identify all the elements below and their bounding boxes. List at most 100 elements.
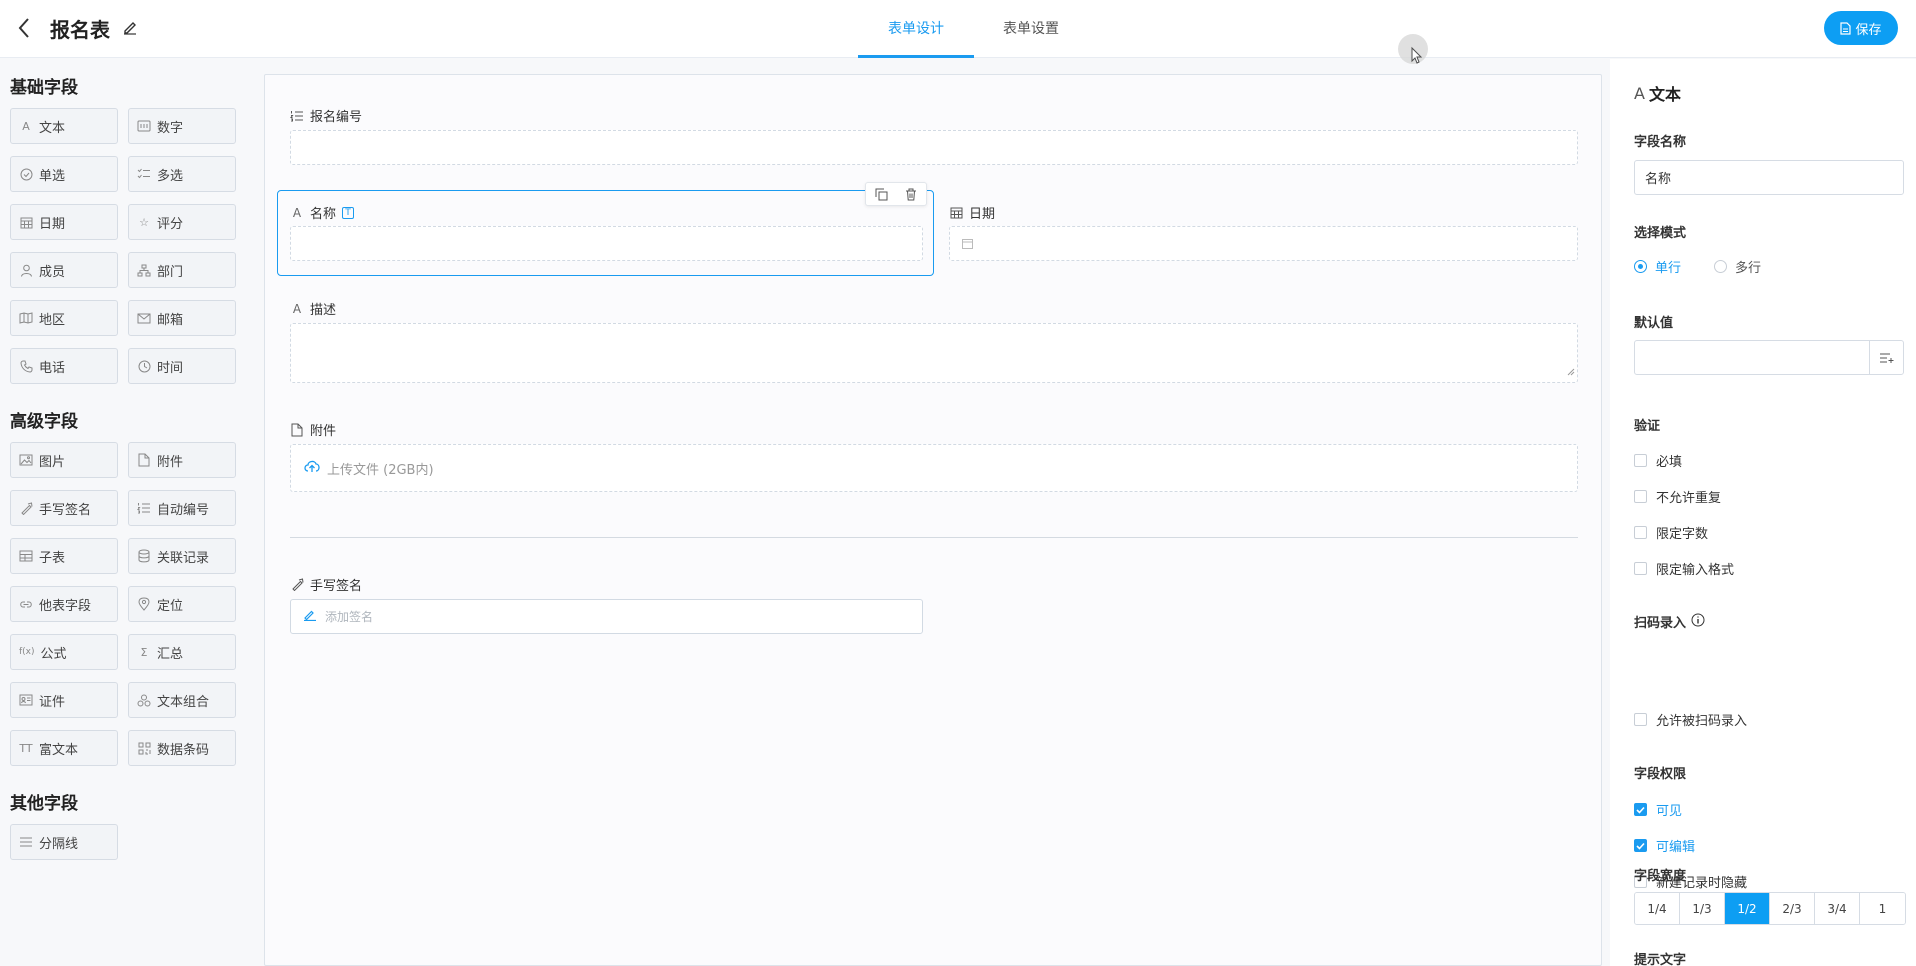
field-button-summary[interactable]: Σ 汇总 [128,634,236,670]
width-option[interactable]: 3/4 [1815,893,1860,924]
back-icon[interactable] [14,16,36,40]
mode-label: 选择模式 [1634,226,1687,241]
checkbox-label: 必填 [1656,455,1683,470]
star-icon: ☆ [139,215,149,229]
field-button-label: 图片 [39,454,66,470]
field-button-attachment[interactable]: 附件 [128,442,236,478]
visible-checkbox[interactable]: 可见 [1634,800,1682,819]
width-option[interactable]: 2/3 [1770,893,1815,924]
file-icon [137,453,151,467]
no-duplicate-checkbox[interactable]: 不允许重复 [1634,487,1721,506]
field-button-label: 多选 [157,168,184,184]
field-name-input[interactable]: 名称 [1634,160,1904,195]
numbered-list-icon [137,501,151,515]
field-button-number[interactable]: 数字 [128,108,236,144]
name-input[interactable] [290,226,923,261]
field-button-divider[interactable]: 分隔线 [10,824,118,860]
calendar-icon [962,238,973,253]
mode-multi-radio[interactable]: 多行 [1714,257,1761,276]
limit-format-checkbox[interactable]: 限定输入格式 [1634,559,1734,578]
field-button-signature[interactable]: 手写签名 [10,490,118,526]
field-button-barcode[interactable]: 数据条码 [128,730,236,766]
serial-input[interactable] [290,130,1578,165]
field-button-label: 时间 [157,360,184,376]
default-value-input[interactable] [1634,340,1904,375]
checkbox-box [1634,526,1647,539]
field-button-label: 评分 [157,216,184,232]
field-button-auto-number[interactable]: 自动编号 [128,490,236,526]
copy-icon[interactable] [874,187,888,201]
signature-hint: 添加签名 [325,610,374,624]
width-option-selected[interactable]: 1/2 [1725,893,1770,924]
width-option[interactable]: 1/3 [1680,893,1725,924]
qr-code-icon [137,741,151,755]
field-button-formula[interactable]: f(x) 公式 [10,634,118,670]
field-button-label: 附件 [157,454,184,470]
field-label-text: 日期 [969,207,996,222]
field-button-email[interactable]: 邮箱 [128,300,236,336]
signature-input[interactable]: 添加签名 [290,599,923,634]
field-label-description: A 描述 [290,299,336,319]
pen-icon [19,501,33,515]
width-option[interactable]: 1/4 [1635,893,1680,924]
field-button-other-table-field[interactable]: 他表字段 [10,586,118,622]
date-input[interactable] [949,226,1578,261]
field-button-department[interactable]: 部门 [128,252,236,288]
description-textarea[interactable] [290,323,1578,383]
width-label: 字段宽度 [1634,869,1687,884]
field-button-related-record[interactable]: 关联记录 [128,538,236,574]
field-button-location[interactable]: 定位 [128,586,236,622]
field-button-label: 地区 [39,312,66,328]
pen-icon [290,578,304,592]
delete-icon[interactable] [904,187,918,201]
hint-text-label: 提示文字 [1634,953,1687,966]
tab-form-design[interactable]: 表单设计 [888,18,944,38]
field-button-date[interactable]: 日期 [10,204,118,240]
field-button-label: 富文本 [39,742,79,758]
checkbox-box [1634,454,1647,467]
field-button-id-card[interactable]: 证件 [10,682,118,718]
field-button-region[interactable]: 地区 [10,300,118,336]
field-button-label: 数据条码 [157,742,210,758]
field-button-rating[interactable]: ☆ 评分 [128,204,236,240]
editable-checkbox[interactable]: 可编辑 [1634,836,1695,855]
field-button-image[interactable]: 图片 [10,442,118,478]
group-title-basic: 基础字段 [10,78,78,98]
field-button-rich-text[interactable]: TT 富文本 [10,730,118,766]
id-card-icon [19,693,33,707]
checkbox-box [1634,803,1647,816]
save-button[interactable]: 保存 [1824,11,1898,45]
clock-icon [137,359,151,373]
field-button-multi-choice[interactable]: 多选 [128,156,236,192]
field-button-label: 关联记录 [157,550,210,566]
upload-hint: 上传文件 (2GB内) [327,462,434,478]
mode-single-radio[interactable]: 单行 [1634,257,1681,276]
allow-scan-checkbox[interactable]: 允许被扫码录入 [1634,710,1747,729]
field-button-label: 部门 [157,264,184,280]
signature-icon [303,608,317,625]
field-button-subtable[interactable]: 子表 [10,538,118,574]
field-label-signature: 手写签名 [290,575,362,594]
info-icon[interactable] [1691,613,1705,631]
resize-handle-icon[interactable] [1567,365,1575,380]
field-button-time[interactable]: 时间 [128,348,236,384]
field-button-text[interactable]: A 文本 [10,108,118,144]
edit-title-icon[interactable] [122,19,138,35]
field-button-label: 自动编号 [157,502,210,518]
calendar-icon [949,206,963,220]
cloud-upload-icon [303,459,321,477]
field-button-phone[interactable]: 电话 [10,348,118,384]
field-button-single-choice[interactable]: 单选 [10,156,118,192]
formula-edit-icon[interactable] [1869,341,1903,374]
limit-chars-checkbox[interactable]: 限定字数 [1634,523,1708,542]
upload-area[interactable]: 上传文件 (2GB内) [290,444,1578,492]
field-button-label: 邮箱 [157,312,184,328]
width-option[interactable]: 1 [1860,893,1905,924]
field-button-text-combo[interactable]: 文本组合 [128,682,236,718]
tab-form-settings[interactable]: 表单设置 [1003,18,1059,38]
field-button-member[interactable]: 成员 [10,252,118,288]
required-checkbox[interactable]: 必填 [1634,451,1682,470]
field-label-text: 附件 [310,424,337,439]
field-button-label: 文本组合 [157,694,210,710]
checkbox-box [1634,562,1647,575]
